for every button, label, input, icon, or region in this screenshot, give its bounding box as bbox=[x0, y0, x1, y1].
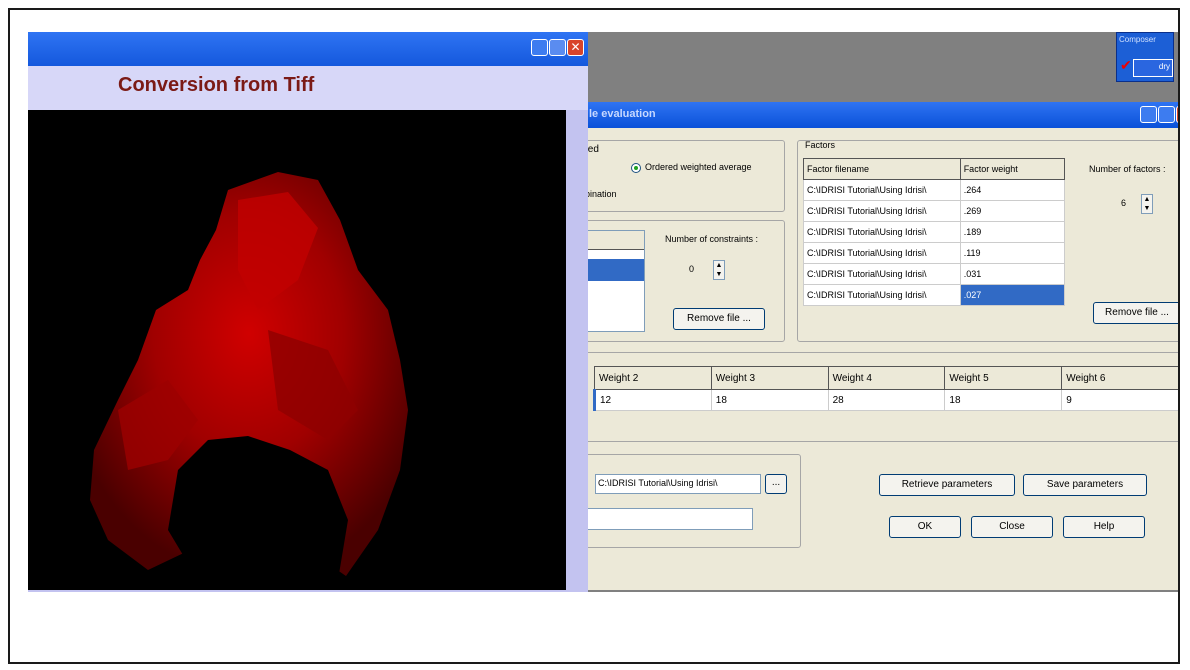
factor-filename-cell[interactable]: C:\IDRISI Tutorial\Using Idrisi\ bbox=[803, 200, 961, 222]
composer-layer-label: dry bbox=[1158, 62, 1170, 71]
close-window-button[interactable]: ✕ bbox=[1176, 106, 1178, 123]
factor-filename-header[interactable]: Factor filename bbox=[803, 158, 961, 180]
factor-filename-cell[interactable]: C:\IDRISI Tutorial\Using Idrisi\ bbox=[803, 221, 961, 243]
composer-panel[interactable]: Composer ✔ dry bbox=[1116, 32, 1174, 82]
factor-weight-cell[interactable]: .264 bbox=[959, 179, 1066, 201]
constraints-count-label: Number of constraints : bbox=[665, 234, 759, 244]
image-heading: Conversion from Tiff bbox=[118, 74, 315, 96]
factor-filename-cell[interactable]: C:\IDRISI Tutorial\Using Idrisi\ bbox=[803, 263, 961, 285]
factor-weight-cell[interactable]: .189 bbox=[959, 221, 1066, 243]
factors-spinner[interactable]: ▲ ▼ bbox=[1141, 194, 1153, 214]
constraints-count-value: 0 bbox=[689, 264, 695, 274]
minimize-button[interactable] bbox=[1140, 106, 1157, 123]
weight-header: Weight 3 bbox=[710, 366, 829, 390]
close-button[interactable]: Close bbox=[971, 516, 1053, 538]
factors-group-label: Factors bbox=[805, 140, 836, 150]
factor-weight-cell-selected[interactable]: .027 bbox=[959, 284, 1066, 306]
composer-layer-item[interactable]: dry bbox=[1133, 59, 1173, 77]
save-parameters-button[interactable]: Save parameters bbox=[1023, 474, 1147, 496]
factor-filename-cell[interactable]: C:\IDRISI Tutorial\Using Idrisi\ bbox=[803, 242, 961, 264]
factor-filename-cell[interactable]: C:\IDRISI Tutorial\Using Idrisi\ bbox=[803, 179, 961, 201]
factors-table[interactable]: Factor filename Factor weight C:\IDRISI … bbox=[803, 158, 1066, 306]
factor-weight-cell[interactable]: .119 bbox=[959, 242, 1066, 264]
table-row[interactable]: C:\IDRISI Tutorial\Using Idrisi\ .027 bbox=[803, 284, 1066, 306]
minimize-button[interactable] bbox=[531, 39, 548, 56]
aggregation-group bbox=[579, 140, 785, 212]
maximize-button[interactable] bbox=[549, 39, 566, 56]
output-group bbox=[579, 454, 801, 548]
table-row[interactable]: 12 18 28 18 9 bbox=[593, 389, 1178, 411]
factors-count-value: 6 bbox=[1121, 198, 1127, 208]
composer-title: Composer bbox=[1119, 35, 1156, 44]
table-row[interactable]: C:\IDRISI Tutorial\Using Idrisi\ .189 bbox=[803, 221, 1066, 243]
output-path-input[interactable]: C:\IDRISI Tutorial\Using Idrisi\ bbox=[595, 474, 761, 494]
raster-image bbox=[90, 172, 408, 580]
raster-image-canvas[interactable] bbox=[28, 110, 566, 590]
constraints-selected-row[interactable] bbox=[580, 259, 644, 281]
browse-button[interactable]: ... bbox=[765, 474, 787, 494]
owa-radio[interactable] bbox=[631, 163, 641, 173]
image-window-titlebar[interactable]: ✕ bbox=[28, 32, 588, 66]
table-row[interactable]: C:\IDRISI Tutorial\Using Idrisi\ .119 bbox=[803, 242, 1066, 264]
constraints-spinner[interactable]: ▲ ▼ bbox=[713, 260, 725, 280]
dialog-titlebar[interactable]: le evaluation ✕ bbox=[583, 102, 1178, 128]
image-window: ✕ Conversion from Tiff bbox=[28, 32, 588, 592]
weight-value-cell[interactable]: 18 bbox=[944, 389, 1063, 411]
table-row[interactable]: C:\IDRISI Tutorial\Using Idrisi\ .264 bbox=[803, 179, 1066, 201]
weight-value-cell[interactable]: 18 bbox=[710, 389, 829, 411]
constraints-header bbox=[580, 231, 644, 250]
factors-count-label: Number of factors : bbox=[1089, 164, 1166, 174]
combination-label: bination bbox=[585, 189, 617, 199]
weight-header: Weight 5 bbox=[944, 366, 1063, 390]
help-button[interactable]: Help bbox=[1063, 516, 1145, 538]
weight-header: Weight 2 bbox=[594, 366, 712, 390]
weight-value-cell[interactable]: 9 bbox=[1061, 389, 1178, 411]
weight-header: Weight 4 bbox=[827, 366, 946, 390]
order-weights-table[interactable]: Weight 2 Weight 3 Weight 4 Weight 5 Weig… bbox=[593, 366, 1178, 411]
factor-weight-header[interactable]: Factor weight bbox=[959, 158, 1066, 180]
owa-label: Ordered weighted average bbox=[645, 162, 752, 172]
close-window-button[interactable]: ✕ bbox=[567, 39, 584, 56]
remove-factor-button[interactable]: Remove file ... bbox=[1093, 302, 1178, 324]
retrieve-parameters-button[interactable]: Retrieve parameters bbox=[879, 474, 1015, 496]
factor-weight-cell[interactable]: .031 bbox=[959, 263, 1066, 285]
checkmark-icon[interactable]: ✔ bbox=[1120, 57, 1132, 74]
dialog-title: le evaluation bbox=[589, 108, 656, 120]
mce-dialog: le evaluation ✕ ted Ordered weighted ave… bbox=[579, 102, 1178, 590]
weight-header: Weight 6 bbox=[1061, 366, 1178, 390]
screenshot-frame: Composer ✔ dry le evaluation ✕ ted Order… bbox=[8, 8, 1180, 664]
remove-constraint-button[interactable]: Remove file ... bbox=[673, 308, 765, 330]
weight-value-cell[interactable]: 28 bbox=[827, 389, 946, 411]
weight-value-cell[interactable]: 12 bbox=[593, 389, 712, 411]
factor-weight-cell[interactable]: .269 bbox=[959, 200, 1066, 222]
factor-filename-cell[interactable]: C:\IDRISI Tutorial\Using Idrisi\ bbox=[803, 284, 961, 306]
table-row[interactable]: C:\IDRISI Tutorial\Using Idrisi\ .269 bbox=[803, 200, 1066, 222]
image-window-header: Conversion from Tiff bbox=[28, 66, 588, 110]
output-title-input[interactable] bbox=[579, 508, 753, 530]
table-row[interactable]: C:\IDRISI Tutorial\Using Idrisi\ .031 bbox=[803, 263, 1066, 285]
constraints-list[interactable] bbox=[579, 230, 645, 332]
ok-button[interactable]: OK bbox=[889, 516, 961, 538]
maximize-button[interactable] bbox=[1158, 106, 1175, 123]
